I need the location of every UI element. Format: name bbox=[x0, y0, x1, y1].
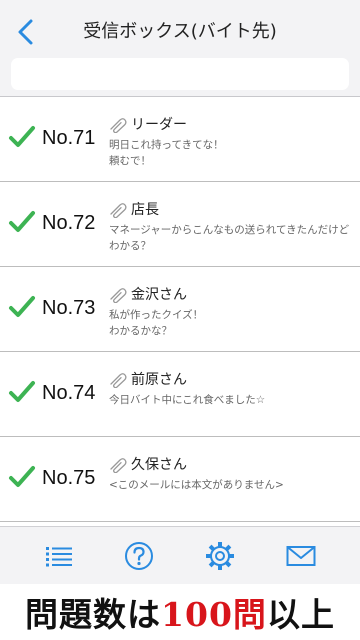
list-icon bbox=[46, 547, 72, 567]
message-preview: 私が作ったクイズ！ わかるかな？ bbox=[109, 309, 204, 337]
page-title: 受信ボックス(バイト先) bbox=[83, 21, 277, 42]
sender-name: 金沢さん bbox=[131, 287, 187, 303]
message-number: No.71 bbox=[42, 127, 96, 149]
checkmark-icon bbox=[9, 466, 35, 487]
banner-text-suffix: 以上 bbox=[266, 595, 335, 634]
message-number: No.74 bbox=[42, 382, 96, 404]
message-number: No.75 bbox=[42, 467, 96, 489]
paperclip-icon bbox=[110, 118, 127, 133]
checkmark-icon bbox=[9, 381, 35, 402]
message-row[interactable]: No.72 店長 マネージャーからこんなもの送られてきたんだけど わかる？ bbox=[0, 182, 360, 267]
message-number: No.72 bbox=[42, 212, 96, 234]
message-number: No.73 bbox=[42, 297, 96, 319]
message-preview: 明日これ持ってきてな！ 頼むで！ bbox=[109, 139, 224, 167]
message-preview: マネージャーからこんなもの送られてきたんだけど わかる？ bbox=[109, 224, 350, 252]
message-row[interactable]: No.75 久保さん <このメールには本文がありません> bbox=[0, 437, 360, 522]
banner-text-highlight: 100問 bbox=[161, 595, 267, 634]
checkmark-icon bbox=[9, 296, 35, 317]
help-icon bbox=[125, 542, 153, 570]
message-row[interactable]: No.74 前原さん 今日バイト中にこれ食べました☆ bbox=[0, 352, 360, 437]
sender-name: 前原さん bbox=[131, 372, 187, 388]
message-preview: 今日バイト中にこれ食べました☆ bbox=[109, 394, 266, 406]
banner-text-prefix: 問題数は bbox=[25, 595, 162, 634]
message-preview: <このメールには本文がありません> bbox=[109, 479, 284, 491]
settings-button[interactable] bbox=[205, 541, 235, 571]
header-bar: 受信ボックス(バイト先) bbox=[0, 0, 360, 97]
message-row[interactable]: No.73 金沢さん 私が作ったクイズ！ わかるかな？ bbox=[0, 267, 360, 352]
sender-name: 久保さん bbox=[131, 457, 187, 473]
paperclip-icon bbox=[110, 203, 127, 218]
checkmark-icon bbox=[9, 126, 35, 147]
paperclip-icon bbox=[110, 288, 127, 303]
paperclip-icon bbox=[110, 458, 127, 473]
help-button[interactable] bbox=[124, 541, 154, 571]
bottom-toolbar bbox=[0, 526, 360, 585]
sender-name: リーダー bbox=[131, 117, 187, 133]
message-row[interactable]: No.71 リーダー 明日これ持ってきてな！ 頼むで！ bbox=[0, 97, 360, 182]
message-list: No.71 リーダー 明日これ持ってきてな！ 頼むで！ No.72 店長 マネー… bbox=[0, 97, 360, 522]
mail-icon bbox=[286, 546, 316, 566]
sender-name: 店長 bbox=[131, 202, 159, 218]
search-input[interactable] bbox=[11, 58, 349, 90]
mail-button[interactable] bbox=[286, 541, 316, 571]
list-button[interactable] bbox=[44, 541, 74, 571]
checkmark-icon bbox=[9, 211, 35, 232]
paperclip-icon bbox=[110, 373, 127, 388]
promo-banner: 問題数は 100問 以上 bbox=[0, 584, 360, 640]
gear-icon bbox=[206, 542, 234, 570]
